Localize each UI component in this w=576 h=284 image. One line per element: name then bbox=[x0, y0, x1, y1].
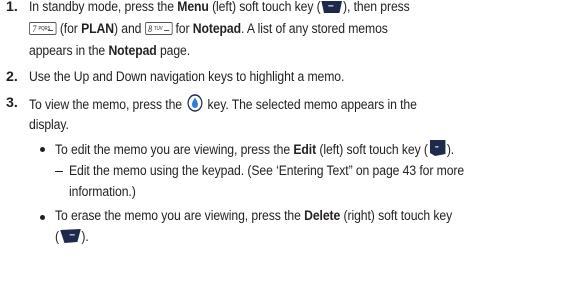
step-3-line-1: To view the memo, press the key. The sel… bbox=[29, 94, 417, 117]
bullet-2-line-2: (). bbox=[55, 228, 89, 249]
bullet-marker bbox=[40, 215, 45, 220]
step-2-line-1: Use the Up and Down navigation keys to h… bbox=[29, 68, 344, 86]
step-number-1: 1. bbox=[6, 0, 18, 15]
step-number-2: 2. bbox=[6, 69, 18, 85]
text: . A list of any stored memos bbox=[241, 21, 388, 37]
text: ), then press bbox=[342, 0, 410, 15]
dash-marker bbox=[55, 171, 63, 173]
step-3-line-2: display. bbox=[29, 116, 69, 134]
text: (left) soft touch key ( bbox=[316, 142, 428, 158]
text: key. The selected memo appears in the bbox=[204, 97, 417, 113]
left-soft-key-icon bbox=[321, 0, 343, 19]
ok-key-icon bbox=[185, 94, 204, 117]
step-1-line-2: 7 PQRS (for PLAN) and 8 TUV for Notepad. A… bbox=[29, 20, 388, 38]
edit-label: Edit bbox=[293, 142, 317, 158]
step-1-line-1: In standby mode, press the Menu (left) s… bbox=[29, 0, 410, 19]
text: To erase the memo you are viewing, press… bbox=[55, 208, 305, 224]
text: ). bbox=[81, 229, 89, 245]
step-1-line-3: appears in the Notepad page. bbox=[29, 42, 190, 60]
right-soft-key-icon bbox=[59, 228, 81, 249]
text: page. bbox=[156, 43, 191, 59]
manual-page: 1. In standby mode, press the Menu (left… bbox=[0, 0, 576, 284]
text: ). bbox=[446, 142, 455, 158]
text: To view the memo, press the bbox=[29, 97, 186, 113]
text: Use the Up and Down navigation keys to h… bbox=[29, 69, 345, 85]
subitem-line-2: information.) bbox=[69, 184, 136, 200]
bullet-1-line-1: To edit the memo you are viewing, press … bbox=[55, 139, 454, 162]
subitem-line-1: Edit the memo using the keypad. (See ‘En… bbox=[69, 163, 465, 179]
text: (left) soft touch key ( bbox=[208, 0, 321, 15]
text: To edit the memo you are viewing, press … bbox=[55, 142, 294, 158]
left-soft-key-icon bbox=[428, 139, 447, 162]
text: (for bbox=[56, 21, 82, 37]
text: display. bbox=[29, 117, 69, 133]
text: ) and bbox=[113, 21, 145, 37]
text: for bbox=[172, 21, 193, 37]
text: appears in the bbox=[29, 43, 109, 59]
delete-label: Delete bbox=[304, 208, 341, 224]
plan-label: PLAN bbox=[81, 21, 114, 37]
bullet-marker bbox=[40, 147, 45, 152]
bullet-2-line-1: To erase the memo you are viewing, press… bbox=[55, 207, 452, 225]
text: In standby mode, press the bbox=[29, 0, 178, 15]
key-7-icon: 7 PQRS bbox=[29, 22, 57, 35]
notepad-label: Notepad bbox=[192, 21, 242, 37]
key-8-icon: 8 TUV bbox=[144, 22, 173, 35]
notepad-label: Notepad bbox=[108, 43, 157, 59]
step-number-3: 3. bbox=[6, 95, 18, 111]
text: (right) soft touch key bbox=[340, 208, 453, 224]
menu-label: Menu bbox=[177, 0, 209, 15]
